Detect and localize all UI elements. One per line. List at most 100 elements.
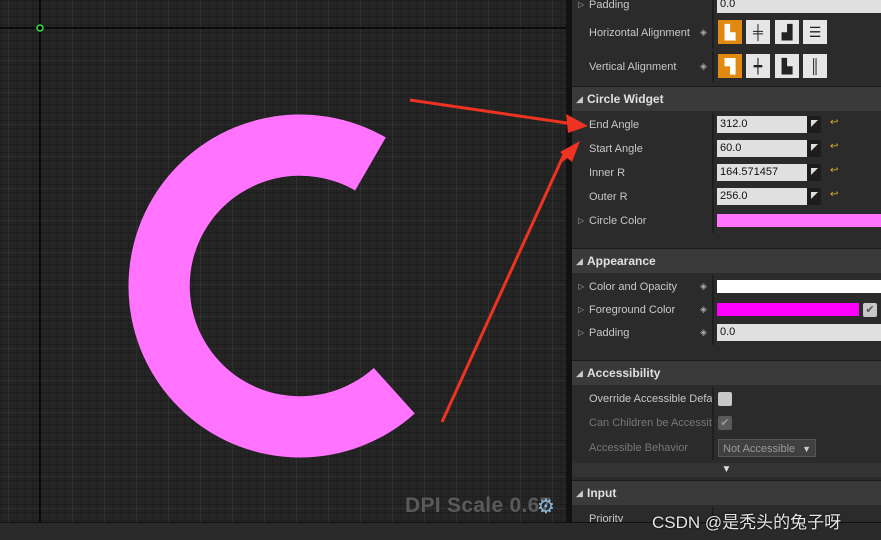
property-binding-icon[interactable]: ◈ [700,327,707,338]
reset-to-default-icon[interactable]: ↩ [830,165,838,176]
align-middle-button[interactable]: ┿ [746,54,770,78]
align-fill-button[interactable]: ☰ [803,20,827,44]
outer-r-label: Outer R [589,191,628,203]
expand-arrow-icon[interactable]: ▷ [578,209,584,233]
section-circle-widget[interactable]: ◢ Circle Widget [572,86,881,111]
inner-r-field[interactable]: 164.571457 [717,164,821,181]
color-opacity-swatch[interactable] [717,280,881,293]
accessible-behavior-value: Not Accessible [723,443,796,455]
column-separator [712,436,714,460]
circle-arc[interactable] [128,114,415,458]
column-separator [712,0,714,17]
padding-field[interactable]: 0.0 [717,0,881,13]
spin-arrow-icon[interactable] [807,116,821,133]
horizontal-alignment-label: Horizontal Alignment [589,27,690,39]
spin-arrow-icon[interactable] [807,188,821,205]
circle-color-row: ▷ Circle Color [572,209,881,233]
accessible-behavior-label: Accessible Behavior [589,442,689,454]
horizontal-alignment-row: Horizontal Alignment ◈ ▙ ╪ ▟ ☰ [572,17,881,49]
collapse-arrow-icon[interactable]: ◢ [576,87,583,111]
expand-arrow-icon[interactable]: ▷ [578,275,584,299]
can-children-checkbox[interactable]: ✔ [718,416,732,430]
collapse-arrow-icon[interactable]: ◢ [576,361,583,385]
column-separator [712,275,714,299]
column-separator [712,185,714,209]
reset-to-default-icon[interactable]: ↩ [830,141,838,152]
section-accessibility[interactable]: ◢ Accessibility [572,360,881,385]
canvas-svg [0,0,566,522]
padding-label: Padding [589,0,630,11]
property-binding-icon[interactable]: ◈ [700,61,707,72]
padding-label: Padding [589,327,630,339]
color-opacity-label: Color and Opacity [589,281,678,293]
column-separator [712,298,714,322]
property-binding-icon[interactable]: ◈ [700,304,707,315]
reset-to-default-icon[interactable]: ↩ [830,117,838,128]
property-binding-icon[interactable]: ◈ [700,281,707,292]
accessible-behavior-dropdown[interactable]: Not Accessible ▼ [718,439,816,457]
inner-r-value: 164.571457 [720,166,779,178]
section-title: Input [587,486,617,500]
column-separator [712,209,714,233]
annotation-arrows [409,98,566,423]
column-separator [712,321,714,345]
align-right-button[interactable]: ▟ [775,20,799,44]
can-children-row: Can Children be Accessit ✔ [572,411,881,435]
align-bottom-button[interactable]: ▙ [775,54,799,78]
expand-arrow-icon[interactable]: ▷ [578,321,584,345]
outer-r-field[interactable]: 256.0 [717,188,821,205]
can-children-label: Can Children be Accessit [589,417,712,429]
checkmark-icon[interactable]: ✔ [863,303,877,317]
spin-arrow-icon[interactable] [807,164,821,181]
foreground-color-row: ▷ Foreground Color ◈ ✔ [572,298,881,322]
column-separator [712,113,714,137]
inner-r-row: Inner R 164.571457 ↩ [572,161,881,185]
property-binding-icon[interactable]: ◈ [700,27,707,38]
arrow-line-1 [409,98,566,125]
start-angle-label: Start Angle [589,143,643,155]
expand-arrow-icon[interactable]: ▷ [578,0,584,17]
watermark-text: CSDN @是秃头的兔子呀 [652,513,842,532]
foreground-color-label: Foreground Color [589,304,676,316]
override-accessible-label: Override Accessible Defa [589,393,713,405]
padding-row: ▷ Padding ◈ 0.0 [572,321,881,345]
chevron-down-icon: ▼ [802,444,811,454]
details-panel: ▷ Padding 0.0 Horizontal Alignment ◈ ▙ ╪… [572,0,881,522]
start-angle-field[interactable]: 60.0 [717,140,821,157]
start-angle-value: 60.0 [720,142,742,154]
align-center-button[interactable]: ╪ [746,20,770,44]
inner-r-label: Inner R [589,167,626,179]
column-separator [712,411,714,435]
arrow-line-2 [440,149,566,423]
color-opacity-row: ▷ Color and Opacity ◈ [572,275,881,299]
designer-viewport[interactable]: DPI Scale 0.67 ⚙ [0,0,566,522]
align-top-button[interactable]: ▜ [718,54,742,78]
expand-arrow-icon[interactable]: ▷ [578,298,584,322]
align-left-button[interactable]: ▙ [718,20,742,44]
end-angle-field[interactable]: 312.0 [717,116,821,133]
column-separator [712,137,714,161]
override-accessible-checkbox[interactable] [718,392,732,406]
align-fill-vertical-button[interactable]: ║ [803,54,827,78]
show-advanced-icon[interactable]: ▼ [572,463,881,477]
vertical-alignment-label: Vertical Alignment [589,61,677,73]
outer-r-row: Outer R 256.0 ↩ [572,185,881,209]
section-input[interactable]: ◢ Input [572,480,881,505]
section-title: Circle Widget [587,92,664,106]
reset-to-default-icon[interactable]: ↩ [830,189,838,200]
collapse-arrow-icon[interactable]: ◢ [576,481,583,505]
circle-color-swatch[interactable] [717,214,881,227]
collapse-arrow-icon[interactable]: ◢ [576,249,583,273]
outer-r-value: 256.0 [720,190,748,202]
circle-color-label: Circle Color [589,215,647,227]
foreground-color-swatch[interactable] [717,303,859,316]
vertical-alignment-row: Vertical Alignment ◈ ▜ ┿ ▙ ║ [572,51,881,83]
section-title: Accessibility [587,366,661,380]
end-angle-label: End Angle [589,119,640,131]
padding-field[interactable]: 0.0 [717,324,881,341]
section-appearance[interactable]: ◢ Appearance [572,248,881,273]
gear-icon[interactable]: ⚙ [537,497,557,517]
padding-row-top: ▷ Padding 0.0 [572,0,881,17]
spin-arrow-icon[interactable] [807,140,821,157]
column-separator [712,387,714,411]
